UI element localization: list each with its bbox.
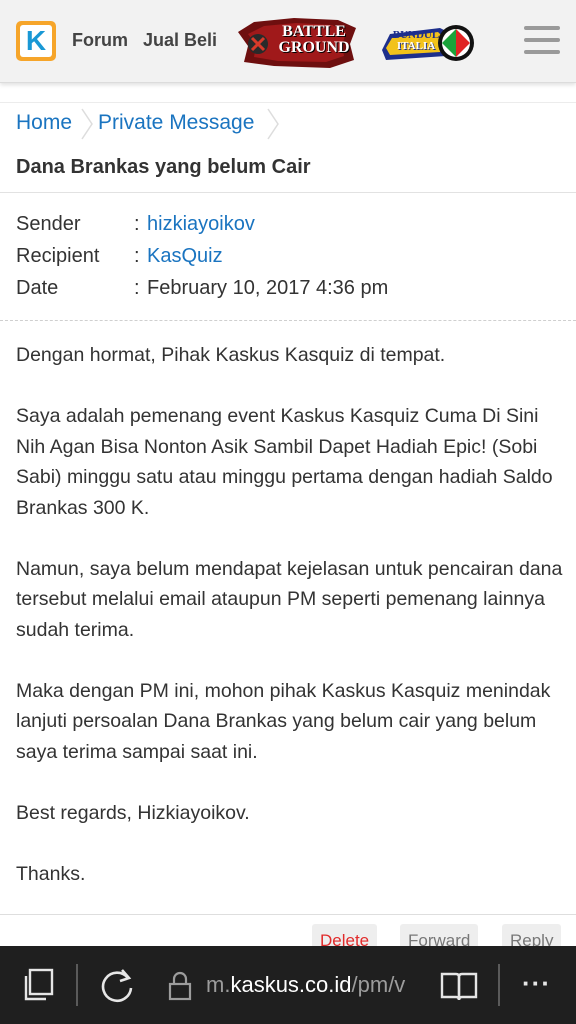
recipient-colon: : bbox=[134, 245, 140, 267]
message-paragraph: Maka dengan PM ini, mohon pihak Kaskus K… bbox=[16, 679, 551, 763]
toolbar-divider bbox=[498, 964, 500, 1006]
reading-view-icon[interactable] bbox=[440, 970, 478, 1002]
site-header: K Forum Jual Beli BATTLE GROUND BUNDUL I… bbox=[0, 0, 576, 83]
message-paragraph: Namun, saya belum mendapat kejelasan unt… bbox=[16, 557, 563, 641]
divider bbox=[0, 914, 576, 915]
battle-ground-banner-line1: BATTLE bbox=[282, 23, 346, 40]
nav-forum-link[interactable]: Forum bbox=[72, 30, 128, 51]
kaskus-logo-letter: K bbox=[20, 25, 52, 57]
message-body: Dengan hormat, Pihak Kaskus Kasquiz di t… bbox=[16, 340, 564, 920]
divider bbox=[0, 192, 576, 193]
url-prefix: m. bbox=[206, 972, 231, 997]
url-path: /pm/v bbox=[351, 972, 406, 997]
recipient-label: Recipient bbox=[16, 245, 100, 267]
menu-icon[interactable] bbox=[524, 26, 560, 56]
message-paragraph: Dengan hormat, Pihak Kaskus Kasquiz di t… bbox=[16, 344, 446, 366]
refresh-icon[interactable] bbox=[98, 966, 136, 1004]
message-paragraph: Thanks. bbox=[16, 862, 86, 885]
sender-label: Sender bbox=[16, 213, 81, 235]
more-icon[interactable]: ··· bbox=[522, 968, 551, 999]
browser-toolbar: m.kaskus.co.id/pm/v ··· bbox=[0, 946, 576, 1024]
url-host: kaskus.co.id bbox=[230, 972, 352, 997]
breadcrumb-home-link[interactable]: Home bbox=[16, 111, 72, 135]
recipient-link[interactable]: KasQuiz bbox=[147, 245, 223, 268]
date-value: February 10, 2017 4:36 pm bbox=[147, 277, 389, 299]
message-paragraph: Saya adalah pemenang event Kaskus Kasqui… bbox=[16, 405, 553, 519]
sender-colon: : bbox=[134, 213, 140, 235]
lock-icon bbox=[168, 971, 192, 1001]
date-colon: : bbox=[134, 277, 140, 299]
breadcrumb-chevron-icon bbox=[81, 108, 93, 140]
address-bar[interactable]: m.kaskus.co.id/pm/v bbox=[206, 972, 424, 998]
kaskus-logo[interactable]: K bbox=[16, 21, 56, 61]
message-paragraph: Best regards, Hizkiayoikov. bbox=[16, 801, 250, 824]
nav-jual-beli-link[interactable]: Jual Beli bbox=[143, 30, 217, 51]
breadcrumb-private-message-link[interactable]: Private Message bbox=[98, 111, 254, 135]
toolbar-divider bbox=[76, 964, 78, 1006]
message-title: Dana Brankas yang belum Cair bbox=[16, 156, 311, 178]
tabs-icon[interactable] bbox=[22, 968, 56, 1002]
sender-link[interactable]: hizkiayoikov bbox=[147, 213, 255, 236]
date-label: Date bbox=[16, 277, 59, 299]
divider-dashed bbox=[0, 320, 576, 321]
breadcrumb-chevron-icon bbox=[267, 108, 279, 140]
battle-ground-banner-line2: GROUND bbox=[278, 39, 350, 56]
breadcrumb: Home Private Message bbox=[0, 102, 576, 145]
bundul-italia-line2: ITALIA bbox=[396, 40, 436, 52]
